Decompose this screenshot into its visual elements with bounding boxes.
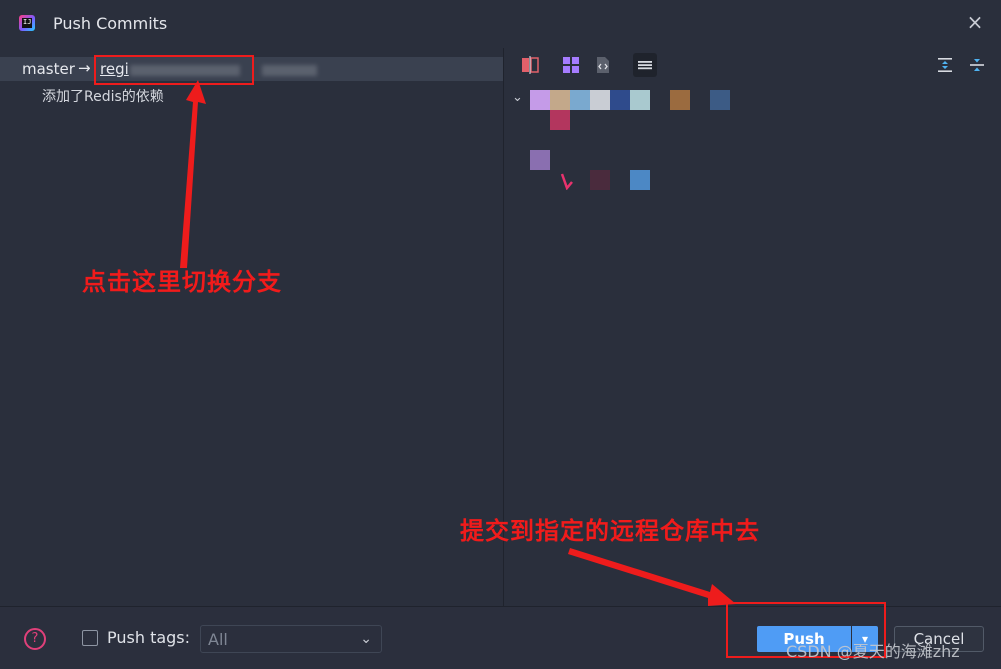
redacted-block: [590, 170, 610, 190]
changed-files-tree: ⌄: [504, 90, 1001, 190]
code-file-icon[interactable]: [593, 55, 613, 75]
annotation-arrow-down: [568, 548, 736, 606]
list-icon[interactable]: [633, 53, 657, 77]
local-branch-label: master: [22, 60, 75, 78]
redacted-block: [550, 90, 570, 110]
grid-icon[interactable]: [561, 55, 581, 75]
redacted-block: [710, 90, 730, 110]
annotation-switch-branch: 点击这里切换分支: [82, 268, 282, 296]
redacted-block: [570, 90, 590, 110]
details-toolbar: [504, 48, 1001, 82]
redacted-block: [670, 90, 690, 110]
redacted-block: [630, 90, 650, 110]
redacted-block: [610, 90, 630, 110]
title-bar: IJ Push Commits ×: [0, 0, 1001, 48]
push-tags-label: Push tags:: [107, 628, 191, 647]
commit-message[interactable]: 添加了Redis的依赖: [42, 86, 164, 106]
intellij-app-icon: IJ: [19, 15, 35, 31]
close-icon[interactable]: ×: [965, 12, 985, 32]
redacted-block: [530, 150, 550, 170]
chevron-down-icon[interactable]: ⌄: [512, 91, 524, 104]
redacted-block: [590, 90, 610, 110]
redacted-block: [550, 110, 570, 130]
help-icon[interactable]: ?: [24, 628, 46, 650]
commits-pane: master → regi 添加了Redis的依赖: [0, 48, 503, 606]
watermark: CSDN @夏天的海滩zhz: [786, 642, 960, 661]
redacted-block: [530, 90, 550, 110]
collapse-all-icon[interactable]: [967, 55, 987, 75]
arrow-icon: →: [78, 59, 91, 77]
chevron-down-icon: ⌄: [360, 631, 372, 647]
annotation-arrow-up: [180, 80, 206, 268]
redacted-text: [262, 65, 317, 76]
push-tags-checkbox[interactable]: [82, 630, 98, 646]
diff-icon[interactable]: [520, 55, 540, 75]
push-tags-value: All: [208, 630, 228, 649]
push-commits-window: IJ Push Commits × master → regi 添加了Redis…: [0, 0, 1001, 669]
redacted-block: [630, 170, 650, 190]
expand-all-icon[interactable]: [935, 55, 955, 75]
push-tags-select[interactable]: All ⌄: [200, 625, 382, 653]
redacted-mark: [560, 173, 573, 190]
window-title: Push Commits: [53, 14, 168, 33]
